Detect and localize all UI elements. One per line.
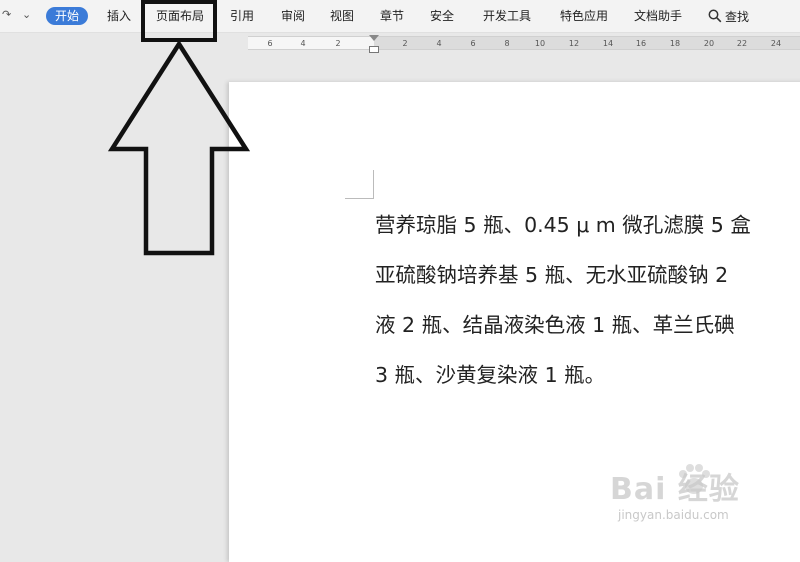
tab-features[interactable]: 特色应用 xyxy=(560,7,608,25)
ruler-tick: 4 xyxy=(300,39,306,48)
watermark-url: jingyan.baidu.com xyxy=(618,508,729,522)
tab-home[interactable]: 开始 xyxy=(46,7,89,25)
search-label: 查找 xyxy=(725,9,750,24)
margin-corner-mark xyxy=(345,170,374,199)
highlight-box xyxy=(141,0,217,42)
ruler-tick: 12 xyxy=(568,39,580,48)
tab-doc-assistant[interactable]: 文档助手 xyxy=(634,7,682,25)
tab-review[interactable]: 审阅 xyxy=(281,7,305,25)
ruler-tick: 6 xyxy=(267,39,273,48)
paw-icon xyxy=(679,464,710,494)
ruler-tick: 24 xyxy=(770,39,782,48)
redo-icon[interactable]: ↷ xyxy=(2,8,11,21)
indent-marker[interactable] xyxy=(369,35,379,41)
document-line[interactable]: 亚硫酸钠培养基 5 瓶、无水亚硫酸钠 2 xyxy=(375,258,728,288)
chevron-down-icon[interactable]: ⌄ xyxy=(22,8,31,21)
ruler-tick: 6 xyxy=(470,39,476,48)
search-icon xyxy=(708,9,722,23)
ruler-tick: 22 xyxy=(736,39,748,48)
ruler-tick: 2 xyxy=(402,39,408,48)
tab-references[interactable]: 引用 xyxy=(230,7,254,25)
document-line[interactable]: 液 2 瓶、结晶液染色液 1 瓶、革兰氏碘 xyxy=(375,308,735,338)
horizontal-ruler[interactable]: 6 4 2 2 4 6 8 10 12 14 16 18 20 22 24 xyxy=(248,35,800,53)
tab-insert[interactable]: 插入 xyxy=(107,7,131,25)
ruler-tick: 16 xyxy=(635,39,647,48)
tab-section[interactable]: 章节 xyxy=(380,7,404,25)
ruler-tick: 10 xyxy=(534,39,546,48)
tab-view[interactable]: 视图 xyxy=(330,7,354,25)
tab-developer[interactable]: 开发工具 xyxy=(483,7,531,25)
ruler-tick: 8 xyxy=(504,39,510,48)
ruler-tick: 20 xyxy=(703,39,715,48)
tab-security[interactable]: 安全 xyxy=(430,7,454,25)
document-line[interactable]: 营养琼脂 5 瓶、0.45 μ m 微孔滤膜 5 盒 xyxy=(375,208,751,238)
left-indent-marker[interactable] xyxy=(369,46,379,53)
search-button[interactable]: 查找 xyxy=(708,6,749,26)
document-line[interactable]: 3 瓶、沙黄复染液 1 瓶。 xyxy=(375,358,605,388)
ruler-tick: 4 xyxy=(436,39,442,48)
ruler-tick: 2 xyxy=(335,39,341,48)
watermark: Bai 经验 jingyan.baidu.com xyxy=(610,458,770,530)
ruler-tick: 14 xyxy=(602,39,614,48)
ribbon-tab-bar: ↷ ⌄ 开始 插入 页面布局 引用 审阅 视图 章节 安全 开发工具 特色应用 … xyxy=(0,0,800,33)
ruler-tick: 18 xyxy=(669,39,681,48)
up-arrow-icon xyxy=(108,40,250,256)
